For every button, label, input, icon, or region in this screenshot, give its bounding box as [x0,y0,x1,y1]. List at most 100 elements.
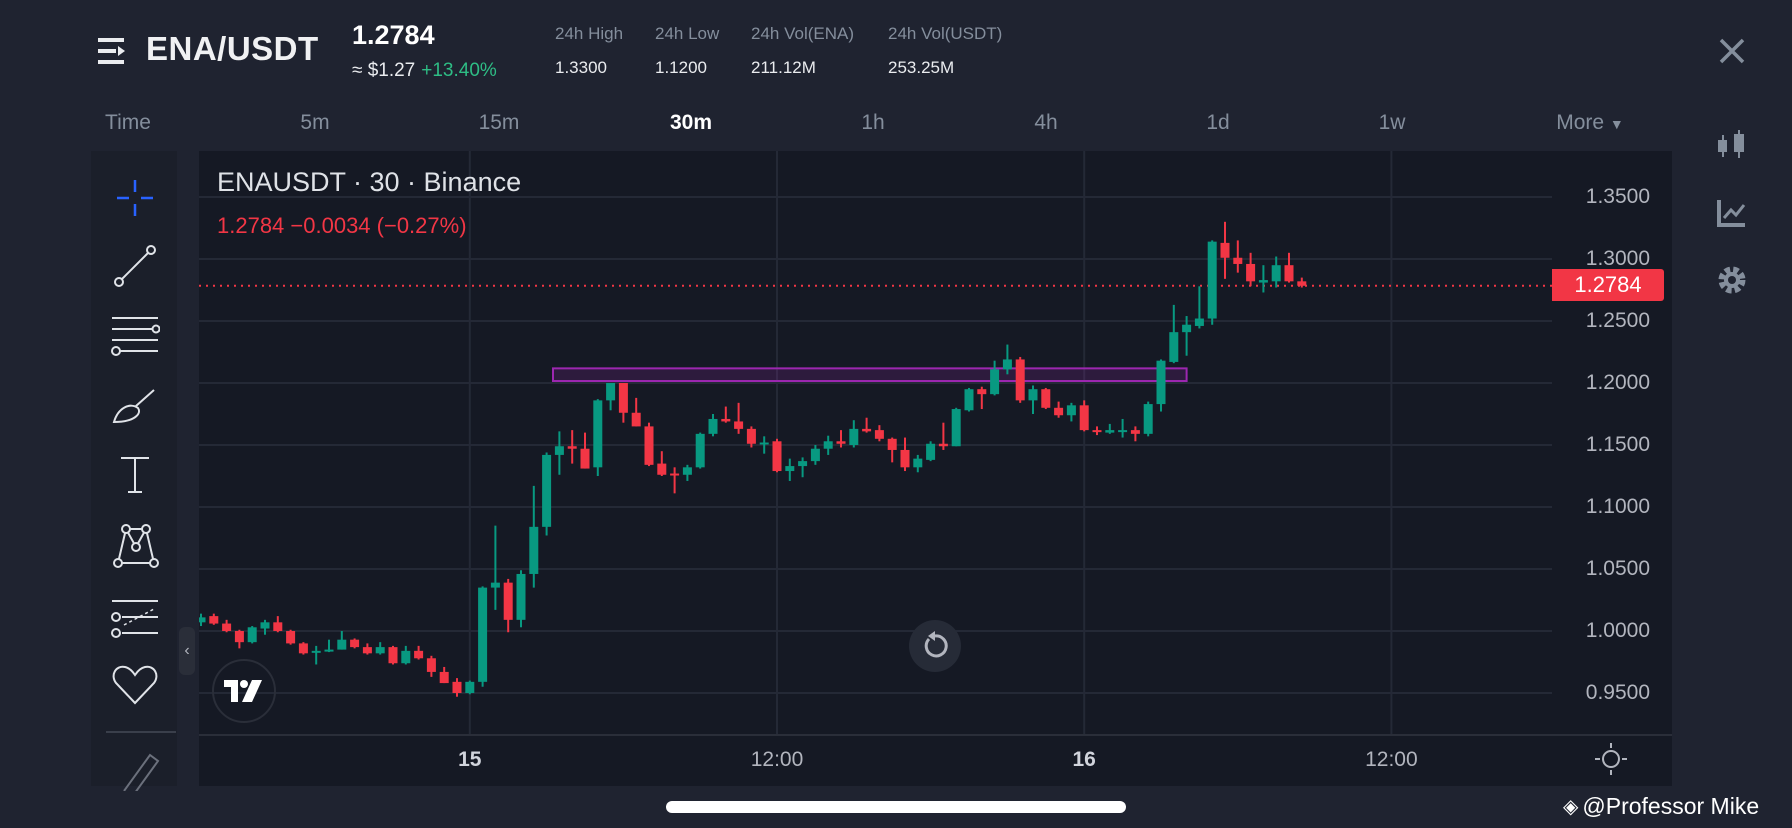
pair-title[interactable]: ENA/USDT [146,30,319,68]
candle-body-up [606,383,616,401]
price-axis-label: 1.3000 [1585,247,1650,270]
brush-tool-icon[interactable] [100,381,170,431]
collapse-toolbar-handle[interactable]: ‹ [179,627,195,675]
candle-body-up [1105,430,1115,433]
tradingview-logo[interactable] [212,659,276,723]
candle-body-down [286,631,296,644]
fib-lines-tool-icon[interactable] [100,309,170,359]
candle-body-down [631,412,641,427]
candle-body-down [618,383,628,413]
candle-body-up [478,587,488,682]
stat-value: 211.12M [751,58,816,77]
candle-body-up [823,441,833,449]
candle-body-down [746,428,756,444]
watermark-text: @Professor Mike [1582,793,1760,819]
candle-body-down [1246,263,1256,282]
stat-label: 24h Vol(ENA) [751,24,854,43]
candle-body-up [593,400,603,468]
price-axis-label: 1.0000 [1585,619,1650,642]
watermark: ◈ @Professor Mike [1563,793,1759,820]
candle-body-up [324,649,334,652]
home-indicator [666,801,1126,813]
candle-body-up [401,650,411,664]
price-axis-label: 1.0500 [1585,557,1650,580]
candle-body-down [874,430,884,439]
candle-body-down [1015,359,1025,401]
candle-body-down [1079,405,1089,431]
price-axis-label: 1.3500 [1585,185,1650,208]
pattern-tool-icon[interactable] [100,521,170,571]
candle-body-down [388,647,398,664]
candle-body-down [1092,430,1102,433]
candle-body-up [1066,405,1076,416]
price-axis-label: 0.9500 [1585,681,1650,704]
candle-body-up [759,442,769,445]
candle-body-down [362,647,372,654]
candle-body-down [900,449,910,468]
candle-body-down [503,582,513,620]
candle-body-down [567,446,577,449]
stat-label: 24h Vol(USDT) [888,24,1003,43]
time-axis-label: 15 [458,748,482,771]
tab-1w[interactable]: 1w [1379,111,1406,135]
price-axis-label: 1.1500 [1585,433,1650,456]
time-axis-label: 12:00 [750,748,804,771]
candle-body-up [913,458,923,468]
text-tool-icon[interactable] [100,449,170,499]
candle-body-down [657,463,667,475]
ruler-tool-icon[interactable] [100,746,170,796]
stat-24h-vol-usdt: 24h Vol(USDT) 253.25M [888,24,1002,78]
chart-settings-sun-icon[interactable] [1595,743,1627,775]
candle-body-down [977,389,987,395]
chart-panel[interactable] [199,151,1672,786]
stat-24h-low: 24h Low 1.1200 [655,24,719,78]
reset-chart-icon[interactable] [909,620,961,672]
indicators-icon[interactable] [1715,196,1749,230]
candle-body-down [298,643,308,654]
candle-body-down [836,441,846,444]
favorites-heart-icon[interactable] [100,660,170,710]
candle-body-down [222,623,232,631]
candle-body-down [350,639,360,648]
candle-body-down [234,631,244,643]
close-icon[interactable] [1717,36,1747,66]
candle-body-down [1284,265,1294,282]
binance-diamond-icon: ◈ [1563,796,1579,818]
time-axis-label: 16 [1072,748,1096,771]
candle-body-up [1207,241,1217,319]
tab-1d[interactable]: 1d [1206,111,1229,135]
candlestick-chart[interactable] [199,151,1672,786]
menu-icon[interactable] [98,36,130,66]
candle-body-down [452,681,462,693]
time-axis-label: 12:00 [1365,748,1418,771]
tab-15m[interactable]: 15m [479,111,520,135]
stat-value: 1.1200 [655,58,707,77]
caret-down-icon: ▼ [1609,116,1624,132]
current-price-tag: 1.2784 [1552,269,1664,301]
candle-body-up [1118,430,1128,433]
settings-gear-icon[interactable] [1715,263,1749,297]
crosshair-tool-icon[interactable] [100,173,170,223]
candle-body-up [849,428,859,445]
tab-30m[interactable]: 30m [670,111,712,135]
usd-price: ≈ $1.27 [352,60,416,81]
stat-label: 24h High [555,24,624,43]
candle-body-up [1156,360,1166,405]
candlestick-type-icon[interactable] [1715,128,1749,162]
candle-body-down [426,658,436,672]
candle-body-up [260,622,270,629]
candle-body-up [810,448,820,462]
candle-body-up [1271,265,1281,282]
resistance-zone-rectangle [552,367,1188,383]
trend-line-tool-icon[interactable] [100,241,170,291]
chart-symbol-legend[interactable]: ENAUSDT · 30 · Binance [217,167,521,198]
tab-5m[interactable]: 5m [300,111,329,135]
tab-4h[interactable]: 4h [1034,111,1057,135]
candle-body-up [708,418,718,434]
candle-body-down [1297,281,1307,286]
candle-body-down [734,421,744,429]
tab-1h[interactable]: 1h [861,111,884,135]
prediction-tool-icon[interactable] [100,592,170,642]
more-label: More [1556,111,1605,134]
more-dropdown[interactable]: More ▼ [1556,111,1624,135]
